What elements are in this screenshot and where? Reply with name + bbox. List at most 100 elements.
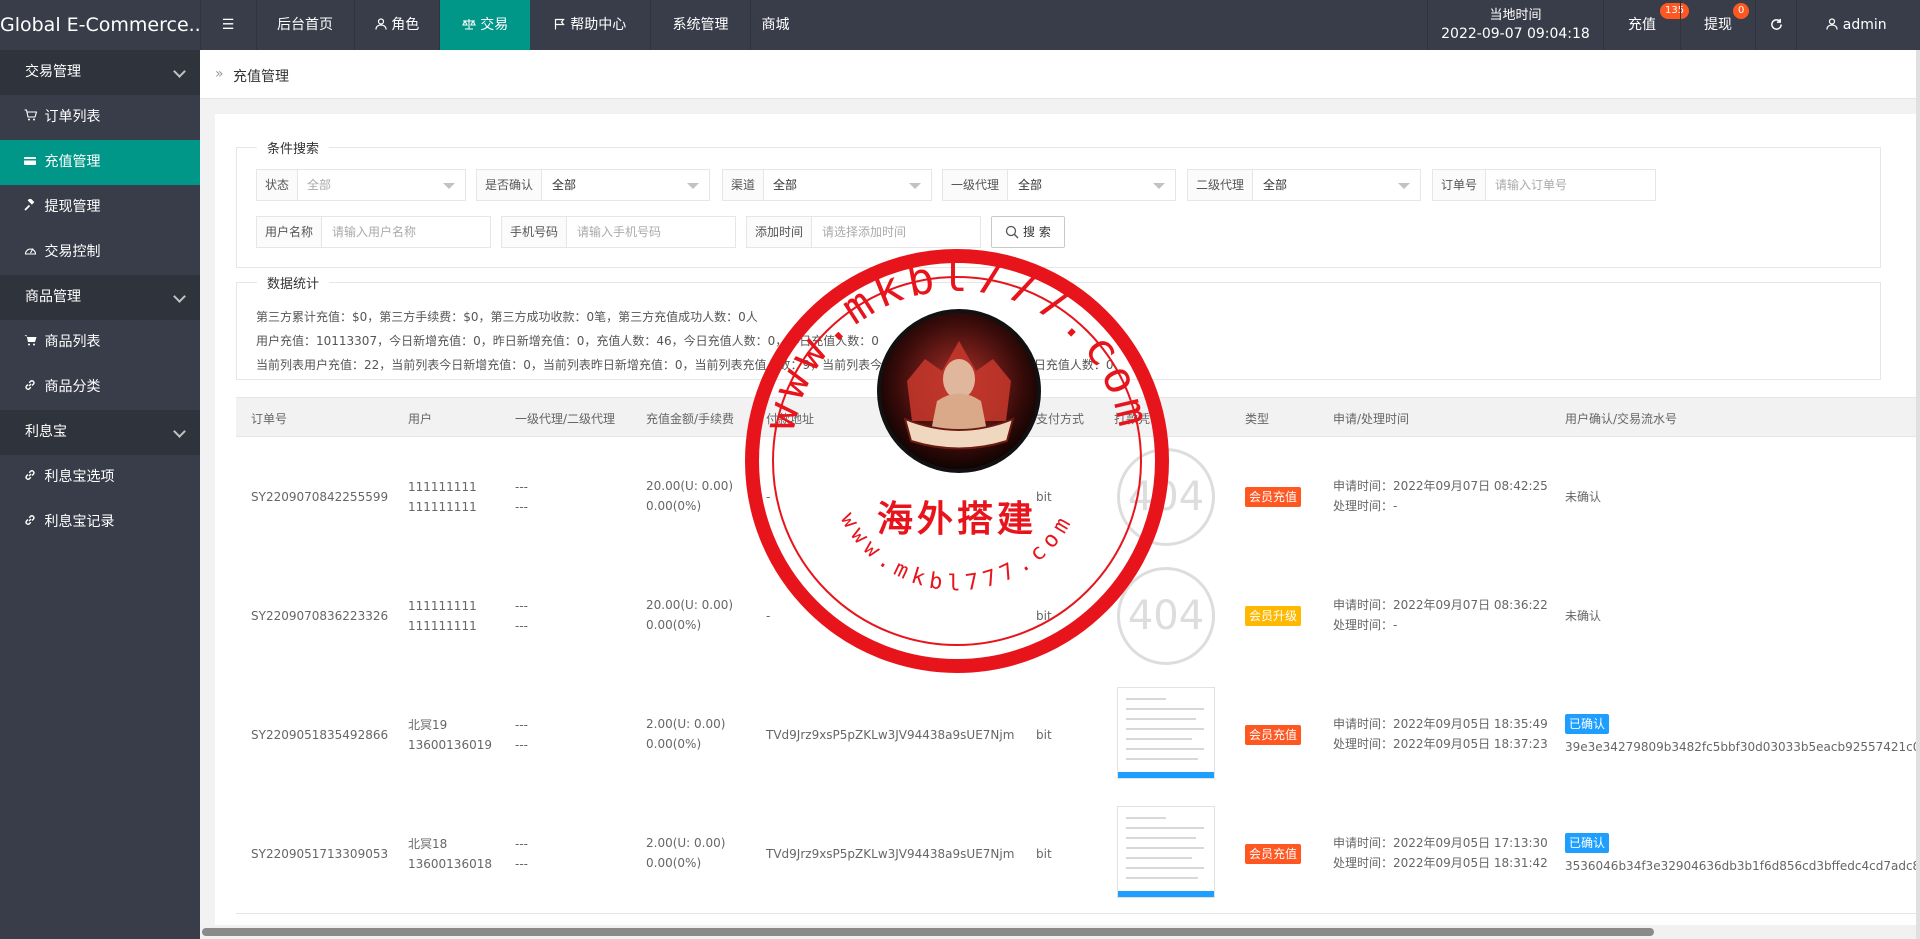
status-select-label: 状态: [257, 170, 299, 200]
sidebar-item-interest-options[interactable]: 利息宝选项: [0, 455, 200, 500]
link-icon: [24, 365, 40, 410]
channel-select[interactable]: 渠道 全部: [722, 169, 932, 201]
scale-icon: [461, 19, 476, 30]
username-field[interactable]: 用户名称 请输入用户名称: [256, 216, 491, 248]
withdraw-button[interactable]: 提现 0: [1681, 0, 1755, 50]
fee: 0.00(0%): [646, 499, 702, 513]
apply-time: 申请时间：2022年09月07日 08:42:25: [1333, 479, 1548, 493]
search-icon: [1006, 225, 1019, 239]
column-header: 充值金额/手续费: [646, 412, 735, 426]
column-header: 用户确认/交易流水号: [1565, 412, 1678, 426]
menu-toggle-button[interactable]: ☰: [212, 0, 244, 50]
breadcrumb: » 充值管理: [200, 50, 1916, 99]
agent-level2: ---: [515, 619, 528, 633]
horizontal-scrollbar[interactable]: [200, 925, 1916, 939]
sidebar-group-goods[interactable]: 商品管理: [0, 275, 200, 320]
transaction-id: 3536046b34f3e32904636db3b1f6d856cd3bffed…: [1565, 859, 1920, 873]
status-select[interactable]: 状态 全部: [256, 169, 466, 201]
column-header: 订单号: [251, 412, 288, 426]
user-icon: [1826, 18, 1838, 30]
user-name: 111111111: [408, 480, 477, 494]
order-no-input[interactable]: 请输入订单号: [1495, 170, 1567, 200]
agent-level1: ---: [515, 718, 528, 732]
confirmed-select[interactable]: 是否确认 全部: [476, 169, 710, 201]
agent-level1: ---: [515, 480, 528, 494]
process-time: 处理时间：2022年09月05日 18:31:42: [1333, 856, 1548, 870]
apply-time: 申请时间：2022年09月05日 17:13:30: [1333, 836, 1548, 850]
sidebar-item-label: 交易控制: [44, 244, 101, 260]
order-no-label: 订单号: [1433, 170, 1487, 200]
sidebar-item-interest-records[interactable]: 利息宝记录: [0, 500, 200, 545]
user-menu[interactable]: admin: [1797, 0, 1916, 50]
sidebar-group-interest[interactable]: 利息宝: [0, 410, 200, 455]
sidebar-item-label: 订单列表: [44, 109, 101, 125]
flag-icon: [554, 18, 565, 30]
nav-item-help[interactable]: 帮助中心: [530, 0, 650, 50]
payment-proof-image[interactable]: [1117, 806, 1215, 898]
link-icon: [24, 455, 40, 500]
sidebar-item-trade-control[interactable]: 交易控制: [0, 230, 200, 275]
table-row: SY2209051713309053 北冥18 13600136018 --- …: [236, 794, 1920, 914]
caret-down-icon: [1398, 183, 1410, 189]
apply-time: 申请时间：2022年09月07日 08:36:22: [1333, 598, 1548, 612]
amount: 2.00(U: 0.00): [646, 717, 726, 731]
stats-legend: 数据统计: [267, 277, 320, 292]
nav-item-system[interactable]: 系统管理: [651, 0, 750, 50]
recharge-label: 充值: [1628, 17, 1656, 33]
order-number: SY2209070842255599: [251, 490, 389, 504]
user-name: 北冥19: [408, 718, 448, 732]
payment-proof-image[interactable]: [1117, 687, 1215, 779]
sidebar-item-withdraw[interactable]: 提现管理: [0, 185, 200, 230]
sidebar-group-trade[interactable]: 交易管理: [0, 50, 200, 95]
local-time-label: 当地时间: [1489, 8, 1542, 23]
process-time: 处理时间：2022年09月05日 18:37:23: [1333, 737, 1548, 751]
scrollbar-thumb[interactable]: [202, 928, 1654, 936]
phone-input[interactable]: 请输入手机号码: [577, 217, 661, 247]
user-phone: 111111111: [408, 500, 477, 514]
double-chevron-right-icon: »: [215, 66, 224, 82]
sidebar-item-goods-category[interactable]: 商品分类: [0, 365, 200, 410]
confirm-status: 未确认: [1565, 490, 1602, 504]
sidebar-item-label: 利息宝记录: [44, 514, 115, 530]
stamp-center-text: 海外搭建: [877, 498, 1037, 540]
refresh-button[interactable]: [1756, 0, 1796, 50]
user-name: 111111111: [408, 599, 477, 613]
fee: 0.00(0%): [646, 856, 702, 870]
gavel-icon: [24, 185, 40, 230]
nav-item-label: 交易: [480, 17, 509, 33]
agent-level1: ---: [515, 599, 528, 613]
user-phone: 13600136018: [408, 857, 492, 871]
chevron-down-icon: [173, 290, 186, 303]
agent-level2: ---: [515, 857, 528, 871]
sidebar-item-goods-list[interactable]: 商品列表: [0, 320, 200, 365]
order-no-field[interactable]: 订单号 请输入订单号: [1432, 169, 1656, 201]
phone-field[interactable]: 手机号码 请输入手机号码: [501, 216, 736, 248]
pay-method: bit: [1036, 728, 1052, 742]
withdraw-label: 提现: [1704, 17, 1732, 33]
sidebar-item-recharge[interactable]: 充值管理: [0, 140, 200, 185]
sidebar-item-orders[interactable]: 订单列表: [0, 95, 200, 140]
user-icon: [375, 18, 387, 30]
channel-select-label: 渠道: [723, 170, 765, 200]
watermark-stamp: www.mkbl777.com www.mkbl777.com 海外搭建: [745, 249, 1169, 673]
fee: 0.00(0%): [646, 618, 702, 632]
recharge-button[interactable]: 充值 135: [1604, 0, 1690, 50]
nav-item-shop[interactable]: 商城: [751, 0, 800, 50]
nav-item-roles[interactable]: 角色: [355, 0, 439, 50]
pay-method: bit: [1036, 847, 1052, 861]
user-phone: 13600136019: [408, 738, 492, 752]
nav-item-home[interactable]: 后台首页: [257, 0, 353, 50]
nav-item-label: 商城: [761, 17, 790, 33]
user-name: 北冥18: [408, 837, 448, 851]
search-button-label: 搜 索: [1023, 225, 1051, 239]
stats-line-third-party: 第三方累计充值：$0，第三方手续费：$0，第三方成功收款：0笔，第三方充值成功人…: [256, 310, 758, 324]
caret-down-icon: [443, 183, 455, 189]
agent1-select[interactable]: 一级代理 全部: [942, 169, 1176, 201]
username-label: 用户名称: [257, 217, 323, 247]
nav-item-trade[interactable]: 交易: [440, 0, 530, 50]
vertical-scrollbar[interactable]: [1916, 50, 1920, 939]
username-input[interactable]: 请输入用户名称: [332, 217, 416, 247]
agent2-select[interactable]: 二级代理 全部: [1187, 169, 1421, 201]
chevron-down-icon: [173, 425, 186, 438]
amount: 20.00(U: 0.00): [646, 598, 734, 612]
